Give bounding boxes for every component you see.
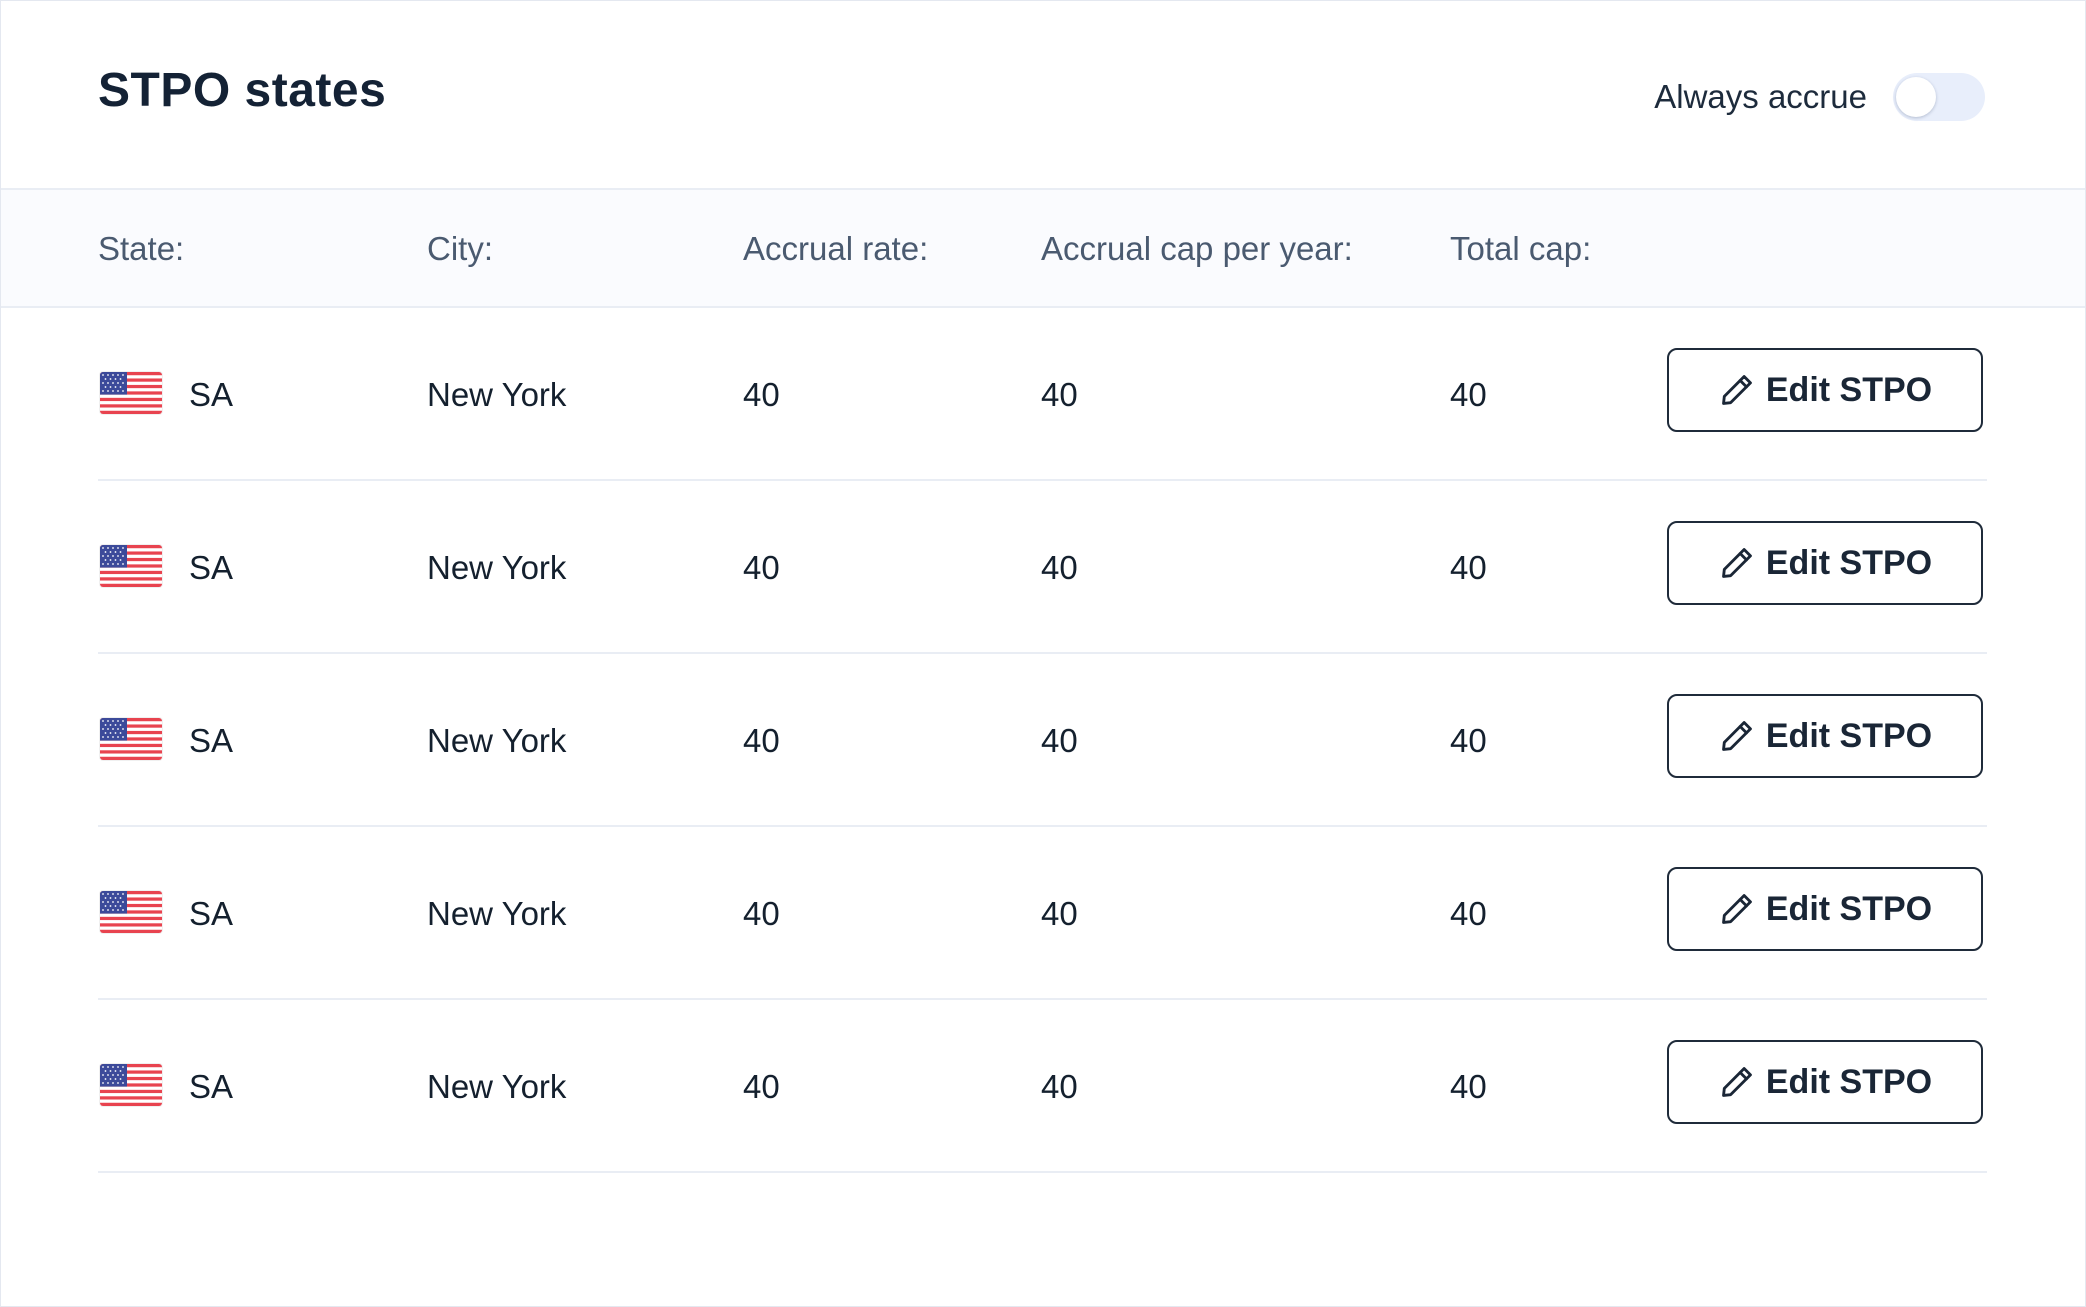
accrual-cap-per-year-cell: 40: [1041, 376, 1078, 413]
edit-stpo-button[interactable]: Edit STPO: [1667, 867, 1983, 951]
city-cell: New York: [427, 376, 567, 413]
stpo-states-card: STPO states Always accrue State: City: A…: [0, 0, 2086, 1307]
accrual-rate-cell: 40: [743, 722, 780, 759]
accrual-cap-per-year-cell: 40: [1041, 1068, 1078, 1105]
column-header-accrual-rate: Accrual rate:: [743, 230, 929, 267]
edit-stpo-button[interactable]: Edit STPO: [1667, 521, 1983, 605]
us-flag-icon: [100, 1064, 162, 1106]
pencil-icon: [1721, 548, 1752, 578]
page-title: STPO states: [98, 64, 387, 117]
always-accrue-toggle[interactable]: [1893, 73, 1985, 121]
toggle-knob: [1896, 77, 1936, 117]
total-cap-cell: 40: [1450, 895, 1487, 932]
total-cap-cell: 40: [1450, 1068, 1487, 1105]
table-row: SA New York 40 40 40 Edit STPO: [98, 1000, 1987, 1173]
always-accrue-label: Always accrue: [1654, 78, 1867, 115]
city-cell: New York: [427, 1068, 567, 1105]
accrual-rate-cell: 40: [743, 549, 780, 586]
accrual-rate-cell: 40: [743, 895, 780, 932]
pencil-icon: [1721, 721, 1752, 751]
total-cap-cell: 40: [1450, 722, 1487, 759]
table-row: SA New York 40 40 40 Edit STPO: [98, 481, 1987, 654]
edit-stpo-button[interactable]: Edit STPO: [1667, 1040, 1983, 1124]
city-cell: New York: [427, 549, 567, 586]
column-header-state: State:: [98, 230, 185, 267]
edit-stpo-label: Edit STPO: [1765, 1062, 1933, 1101]
table-header: State: City: Accrual rate: Accrual cap p…: [1, 190, 2085, 308]
accrual-cap-per-year-cell: 40: [1041, 722, 1078, 759]
total-cap-cell: 40: [1450, 549, 1487, 586]
state-cell: SA: [189, 549, 234, 586]
us-flag-icon: [100, 718, 162, 760]
state-cell: SA: [189, 376, 234, 413]
pencil-icon: [1721, 375, 1752, 405]
pencil-icon: [1721, 894, 1752, 924]
accrual-rate-cell: 40: [743, 1068, 780, 1105]
total-cap-cell: 40: [1450, 376, 1487, 413]
column-header-accrual-cap-per-year: Accrual cap per year:: [1041, 230, 1353, 267]
accrual-cap-per-year-cell: 40: [1041, 895, 1078, 932]
column-header-total-cap: Total cap:: [1450, 230, 1592, 267]
state-cell: SA: [189, 895, 234, 932]
us-flag-icon: [100, 545, 162, 587]
edit-stpo-label: Edit STPO: [1765, 543, 1933, 582]
edit-stpo-button[interactable]: Edit STPO: [1667, 348, 1983, 432]
edit-stpo-button[interactable]: Edit STPO: [1667, 694, 1983, 778]
table-row: SA New York 40 40 40 Edit STPO: [98, 308, 1987, 481]
table-row: SA New York 40 40 40 Edit STPO: [98, 827, 1987, 1000]
city-cell: New York: [427, 722, 567, 759]
edit-stpo-label: Edit STPO: [1765, 716, 1933, 755]
pencil-icon: [1721, 1067, 1752, 1097]
table-body: SA New York 40 40 40 Edit STPO SA New Yo…: [98, 308, 1987, 1173]
city-cell: New York: [427, 895, 567, 932]
edit-stpo-label: Edit STPO: [1765, 889, 1933, 928]
always-accrue-control: Always accrue: [1654, 71, 1985, 123]
accrual-cap-per-year-cell: 40: [1041, 549, 1078, 586]
state-cell: SA: [189, 722, 234, 759]
card-header: STPO states Always accrue: [1, 1, 2085, 190]
us-flag-icon: [100, 891, 162, 933]
table-row: SA New York 40 40 40 Edit STPO: [98, 654, 1987, 827]
edit-stpo-label: Edit STPO: [1765, 370, 1933, 409]
state-cell: SA: [189, 1068, 234, 1105]
us-flag-icon: [100, 372, 162, 414]
column-header-city: City:: [427, 230, 493, 267]
accrual-rate-cell: 40: [743, 376, 780, 413]
